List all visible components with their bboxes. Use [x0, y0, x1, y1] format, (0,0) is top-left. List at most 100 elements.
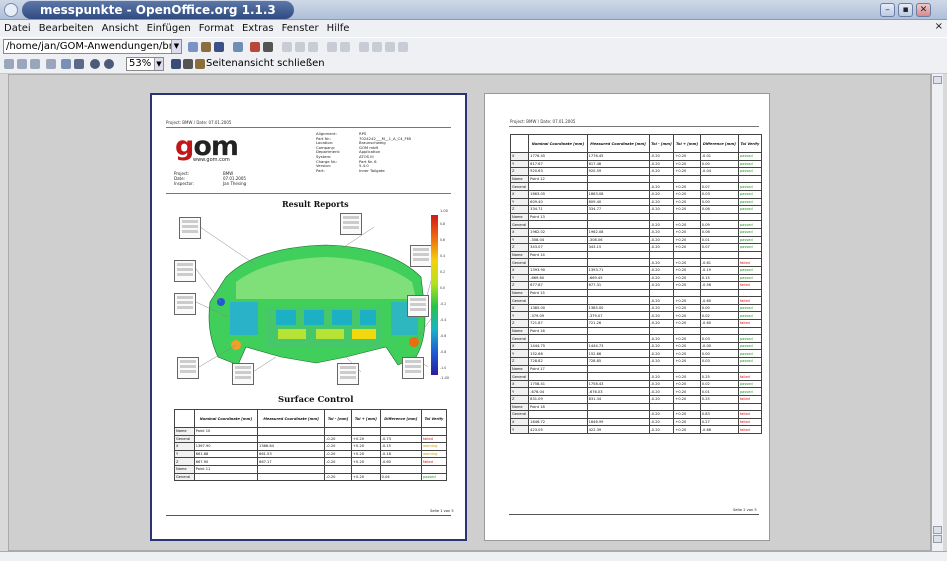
cutout-5 [278, 329, 306, 339]
table-cell: 728.82 [528, 357, 588, 366]
page1-footer-rule [166, 515, 451, 516]
table-cell: 617.48 [586, 159, 650, 169]
edit-file-icon[interactable] [188, 42, 198, 52]
table-row: Name Point 12 [509, 174, 763, 184]
table-cell: +0.20 [673, 182, 701, 191]
multiple-pages-icon[interactable] [74, 59, 84, 69]
path-input[interactable]: /home/jan/GOM-Anwendungen/bmwmo▼ [3, 39, 182, 54]
two-pages-icon[interactable] [61, 59, 71, 69]
menu-ansicht[interactable]: Ansicht [98, 20, 143, 36]
menu-extras[interactable]: Extras [238, 20, 278, 36]
next-page-icon[interactable] [17, 59, 27, 69]
table-cell: Point 12 [528, 174, 588, 184]
table-cell: +0.20 [673, 319, 701, 328]
table-cell [351, 427, 381, 436]
table-cell: 0.00 [699, 197, 739, 207]
print-page-view-icon[interactable] [183, 59, 193, 69]
page-format-icon[interactable] [195, 59, 205, 69]
table-cell: -0.20 [648, 159, 675, 169]
table-row: Z 728.82 728.85 -0.20 +0.20 0.03 passed [509, 357, 763, 366]
table-cell: Y [509, 387, 530, 396]
tol-verify-cell: failed [737, 319, 763, 328]
project-labels: Project: Date: Inspector: [174, 171, 194, 186]
zoom-in-icon[interactable] [90, 59, 100, 69]
table-cell: Point 18 [528, 402, 588, 412]
menu-einfuegen[interactable]: Einfügen [143, 20, 195, 36]
table-cell: -0.20 [648, 387, 675, 396]
open-icon[interactable] [201, 42, 211, 52]
window-menu-icon[interactable] [4, 3, 18, 17]
table-cell: +0.20 [351, 434, 381, 444]
table-cell: 721.26 [586, 319, 650, 328]
surface-control-title: Surface Control [278, 395, 354, 405]
table-cell [324, 427, 353, 436]
table-cell [673, 326, 701, 336]
menu-hilfe[interactable]: Hilfe [323, 20, 354, 36]
vertical-scrollbar[interactable] [931, 74, 943, 551]
tol-verify-cell: passed [737, 189, 763, 199]
scroll-page-down-icon[interactable] [933, 535, 942, 543]
table-cell: 0.01 [699, 235, 739, 245]
table-cell: -0.20 [648, 357, 675, 366]
gom-logo-g: g [175, 131, 194, 162]
table-cell: -0.20 [648, 227, 675, 237]
table-cell: 677.31 [586, 281, 650, 290]
pdf-icon[interactable] [250, 42, 260, 52]
table-cell [586, 182, 650, 191]
logo-url: www.gom.com [193, 157, 230, 163]
cutout-2 [304, 310, 324, 325]
full-screen-icon[interactable] [171, 59, 181, 69]
table-cell: -0.01 [699, 152, 739, 161]
tol-verify-cell: passed [737, 311, 763, 321]
table-row: Name Point 15 [509, 288, 763, 298]
table-cell: -0.20 [648, 235, 675, 245]
first-page-icon[interactable] [30, 59, 40, 69]
column-header: Nominal Coordinate [mm] [193, 409, 259, 428]
project-values: BMW 07.01.2005 Jan Thesing [223, 171, 247, 186]
close-icon[interactable]: ✕ [916, 3, 931, 17]
save-icon[interactable] [214, 42, 224, 52]
close-preview-button[interactable]: Seitenansicht schließen [206, 58, 325, 70]
table-cell [648, 174, 675, 184]
table-cell [257, 427, 326, 436]
print-icon[interactable] [263, 42, 273, 52]
scroll-page-up-icon[interactable] [933, 526, 942, 534]
table-cell: 0.15 [699, 273, 739, 283]
table-cell: 0.00 [699, 159, 739, 169]
tol-verify-cell: passed [737, 379, 763, 389]
table-cell: +0.20 [673, 410, 701, 419]
tol-verify-cell: failed [737, 281, 763, 290]
email-icon[interactable] [233, 42, 243, 52]
tol-verify-cell: failed [737, 258, 763, 267]
table-cell: -0.20 [324, 434, 353, 444]
last-page-icon[interactable] [46, 59, 56, 69]
table-cell [586, 326, 650, 336]
maximize-icon[interactable]: ▪ [898, 3, 913, 17]
zoom-out-icon[interactable] [104, 59, 114, 69]
table-cell: 0.83 [699, 410, 739, 419]
scale-tick: 0.2 [440, 270, 446, 274]
scroll-up-icon[interactable] [933, 76, 942, 84]
table-cell [528, 258, 588, 267]
tol-verify-cell: failed [420, 457, 448, 466]
minimize-icon[interactable]: – [880, 3, 895, 17]
table-cell [586, 174, 650, 184]
callout-box [174, 293, 196, 315]
scale-tick: 0.4 [440, 254, 446, 258]
zoom-dropdown-icon[interactable]: ▼ [154, 58, 163, 70]
tol-verify-cell: passed [737, 197, 763, 207]
callout-box [177, 357, 199, 379]
menu-bearbeiten[interactable]: Bearbeiten [35, 20, 98, 36]
zoom-select[interactable]: 53% ▼ [126, 57, 164, 71]
table-cell: -0.56 [699, 281, 739, 290]
menu-format[interactable]: Format [195, 20, 238, 36]
horizontal-scrollbar[interactable] [0, 551, 947, 561]
table-row: Name Point 17 [509, 364, 763, 374]
menu-datei[interactable]: Datei [0, 20, 35, 36]
callout-box [179, 217, 201, 239]
previous-page-icon[interactable] [4, 59, 14, 69]
path-dropdown-icon[interactable]: ▼ [171, 40, 181, 53]
document-close-icon[interactable]: × [935, 21, 943, 32]
menu-fenster[interactable]: Fenster [278, 20, 323, 36]
tol-verify-cell [737, 288, 763, 298]
